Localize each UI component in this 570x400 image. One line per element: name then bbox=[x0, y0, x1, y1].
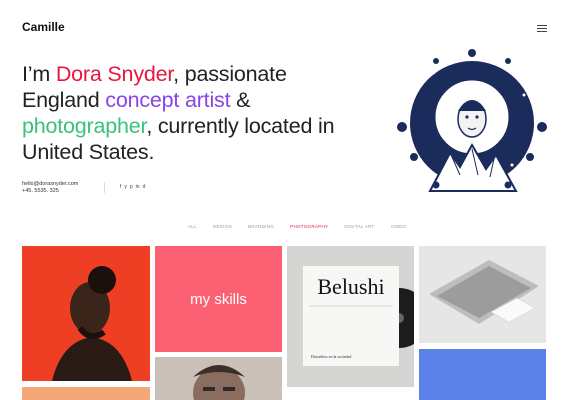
hero-intro: I’m Dora Snyder, passionate England conc… bbox=[22, 61, 362, 165]
filter-digital-art[interactable]: DIGITAL ART bbox=[344, 224, 374, 229]
portfolio-filters: ALL DESIGN BRANDING PHOTOGRAPHY DIGITAL … bbox=[188, 224, 406, 229]
hamburger-menu-icon[interactable] bbox=[537, 25, 547, 33]
divider bbox=[104, 182, 105, 193]
filter-design[interactable]: DESIGN bbox=[213, 224, 232, 229]
portfolio-item-portrait[interactable] bbox=[22, 246, 150, 381]
filter-all[interactable]: ALL bbox=[188, 224, 197, 229]
role-concept-artist: concept artist bbox=[105, 88, 231, 112]
dribbble-icon[interactable]: d bbox=[143, 184, 146, 190]
album-title: Belushi bbox=[317, 274, 384, 299]
role-photographer: photographer bbox=[22, 114, 147, 138]
portfolio-item-blue[interactable] bbox=[419, 349, 546, 400]
pinterest-icon[interactable]: p bbox=[130, 184, 133, 190]
social-links: f y p in d bbox=[120, 184, 145, 190]
facebook-icon[interactable]: f bbox=[120, 184, 121, 190]
site-logo[interactable]: Camille bbox=[22, 20, 65, 34]
twitter-icon[interactable]: y bbox=[124, 184, 127, 190]
filter-photography[interactable]: PHOTOGRAPHY bbox=[290, 224, 328, 229]
portfolio-item-belushi[interactable]: Belushi Disturbios en la sociedad bbox=[287, 246, 414, 387]
phone-number: +45. 5535. 325 bbox=[22, 188, 59, 194]
contact-info: hello@dorasnyder.com +45. 5535. 325 bbox=[22, 181, 78, 195]
email-link[interactable]: hello@dorasnyder.com bbox=[22, 181, 78, 188]
astronaut-illustration bbox=[397, 49, 547, 192]
man-photo bbox=[193, 365, 245, 400]
skills-label: my skills bbox=[190, 290, 247, 308]
album-subtitle: Disturbios en la sociedad bbox=[311, 354, 351, 359]
intro-text: & bbox=[230, 88, 251, 112]
filter-branding[interactable]: BRANDING bbox=[248, 224, 274, 229]
filter-video[interactable]: VIDEO bbox=[391, 224, 407, 229]
linkedin-icon[interactable]: in bbox=[136, 184, 140, 190]
laptop-photo bbox=[429, 260, 539, 324]
portfolio-item-man-photo[interactable] bbox=[155, 357, 282, 400]
intro-text: I’m bbox=[22, 62, 56, 86]
album-mockup: Belushi Disturbios en la sociedad bbox=[303, 266, 414, 366]
artist-name: Dora Snyder bbox=[55, 62, 174, 86]
portfolio-item-skills[interactable]: my skills bbox=[155, 246, 282, 352]
portrait-photo bbox=[52, 266, 132, 381]
portfolio-item-laptop[interactable] bbox=[419, 246, 546, 343]
portfolio-item-peach[interactable] bbox=[22, 387, 150, 400]
